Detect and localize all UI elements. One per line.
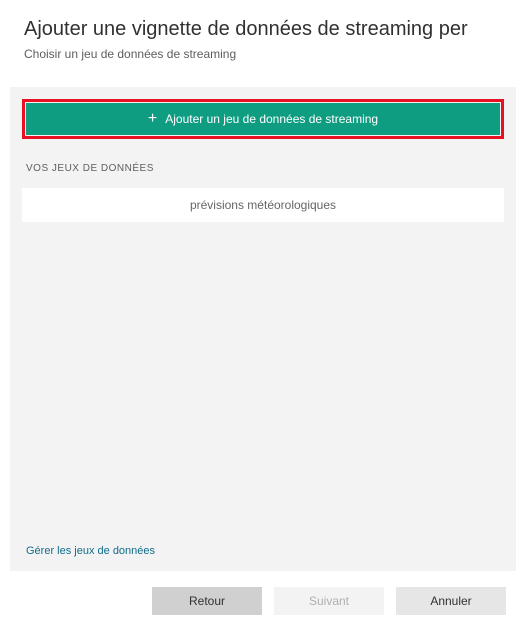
manage-datasets-link[interactable]: Gérer les jeux de données <box>26 545 155 557</box>
plus-icon: + <box>148 111 157 127</box>
content-pane: + Ajouter un jeu de données de streaming… <box>10 87 516 571</box>
dataset-item-label: prévisions météorologiques <box>190 198 336 212</box>
add-streaming-dataset-label: Ajouter un jeu de données de streaming <box>165 112 378 126</box>
cancel-button[interactable]: Annuler <box>396 587 506 615</box>
dialog-header: Ajouter une vignette de données de strea… <box>0 0 526 69</box>
dialog-footer: Retour Suivant Annuler <box>0 571 526 615</box>
your-datasets-label: VOS JEUX DE DONNÉES <box>26 163 504 174</box>
dialog-subtitle: Choisir un jeu de données de streaming <box>24 47 502 61</box>
add-dataset-highlight: + Ajouter un jeu de données de streaming <box>22 99 504 139</box>
dialog-title: Ajouter une vignette de données de strea… <box>24 18 502 41</box>
next-button: Suivant <box>274 587 384 615</box>
back-button[interactable]: Retour <box>152 587 262 615</box>
add-streaming-dataset-button[interactable]: + Ajouter un jeu de données de streaming <box>26 103 500 135</box>
dataset-item[interactable]: prévisions météorologiques <box>22 188 504 222</box>
